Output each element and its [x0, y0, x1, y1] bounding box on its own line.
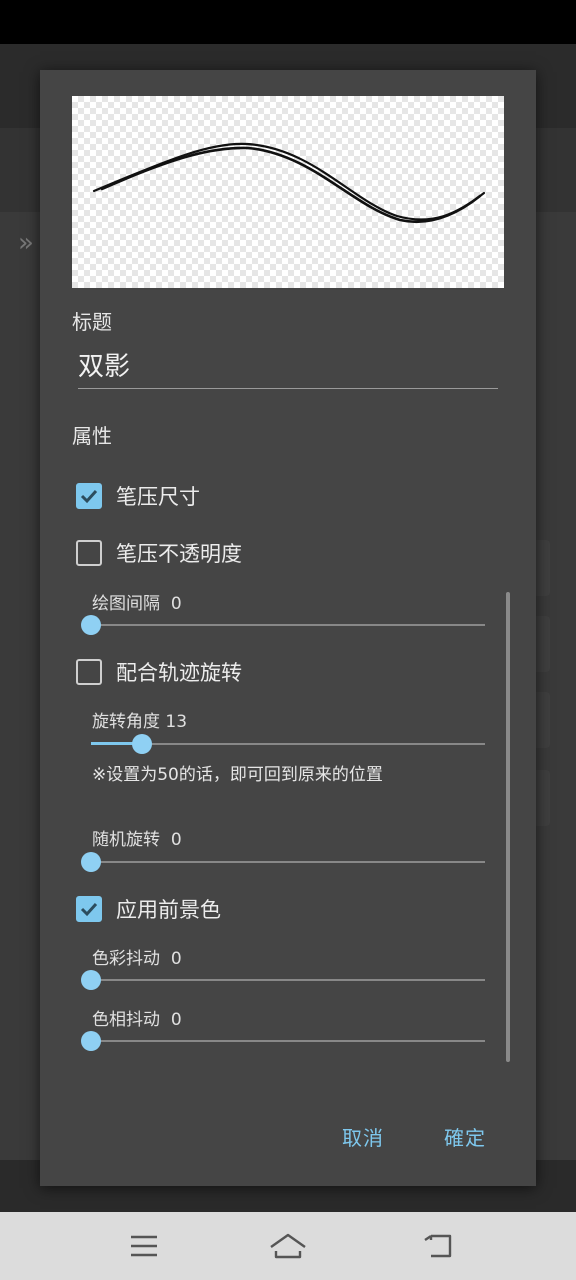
rotate-with-path-checkbox[interactable] [76, 659, 102, 685]
title-input[interactable]: 双影 [78, 346, 498, 389]
expand-panel-icon: » [18, 228, 34, 258]
color-jitter-slider-label: 色彩抖动 0 [92, 944, 182, 969]
hue-jitter-slider[interactable] [81, 1029, 485, 1053]
pressure-opacity-label: 笔压不透明度 [116, 542, 242, 566]
back-icon[interactable] [418, 1226, 458, 1266]
rotation-angle-value: 13 [165, 712, 188, 732]
title-label: 标题 [72, 310, 112, 334]
random-rotation-slider[interactable] [81, 850, 485, 874]
spacing-slider[interactable] [81, 613, 485, 637]
slider-thumb[interactable] [81, 852, 101, 872]
random-rotation-slider-label: 随机旋转 0 [92, 825, 182, 850]
random-rotation-label-text: 随机旋转 [92, 830, 160, 850]
pressure-size-label: 笔压尺寸 [116, 485, 200, 509]
slider-track [91, 624, 485, 626]
pressure-opacity-option[interactable]: 笔压不透明度 [76, 537, 242, 569]
cancel-button[interactable]: 取消 [342, 1122, 384, 1151]
pressure-size-checkbox[interactable] [76, 483, 102, 509]
hue-jitter-value: 0 [170, 1010, 182, 1030]
apply-foreground-label: 应用前景色 [116, 898, 221, 922]
random-rotation-value: 0 [170, 830, 182, 850]
properties-label: 属性 [72, 424, 112, 448]
slider-thumb[interactable] [81, 970, 101, 990]
spacing-label-text: 绘图间隔 [92, 594, 160, 614]
status-bar [0, 0, 576, 44]
pressure-size-option[interactable]: 笔压尺寸 [76, 480, 200, 512]
brush-settings-dialog: 标题 双影 属性 笔压尺寸 笔压不透明度 绘图间隔 0 配合轨迹旋转 旋转角度 … [40, 70, 536, 1186]
rotation-angle-slider-label: 旋转角度 13 [92, 707, 187, 732]
slider-thumb[interactable] [81, 1031, 101, 1051]
dialog-scrollbar[interactable] [506, 592, 510, 1062]
system-nav-bar [0, 1212, 576, 1280]
rotation-note: ※设置为50的话，即可回到原来的位置 [92, 765, 383, 785]
spacing-slider-label: 绘图间隔 0 [92, 589, 182, 614]
stroke-preview-graphic [92, 142, 486, 224]
pressure-opacity-checkbox[interactable] [76, 540, 102, 566]
rotate-with-path-option[interactable]: 配合轨迹旋转 [76, 656, 242, 688]
spacing-value: 0 [170, 594, 182, 614]
color-jitter-label-text: 色彩抖动 [92, 949, 160, 969]
brush-stroke-preview [72, 96, 504, 288]
checkmark-icon [80, 902, 98, 917]
hue-jitter-slider-label: 色相抖动 0 [92, 1005, 182, 1030]
color-jitter-slider[interactable] [81, 968, 485, 992]
rotation-angle-label-text: 旋转角度 [92, 712, 160, 732]
hue-jitter-label-text: 色相抖动 [92, 1010, 160, 1030]
home-icon[interactable] [268, 1226, 308, 1266]
slider-track [91, 979, 485, 981]
slider-thumb[interactable] [132, 734, 152, 754]
apply-foreground-option[interactable]: 应用前景色 [76, 893, 221, 925]
slider-track [91, 861, 485, 863]
slider-thumb[interactable] [81, 615, 101, 635]
rotate-with-path-label: 配合轨迹旋转 [116, 661, 242, 685]
confirm-button[interactable]: 確定 [444, 1122, 486, 1151]
color-jitter-value: 0 [170, 949, 182, 969]
rotation-angle-slider[interactable] [91, 732, 485, 756]
checkmark-icon [80, 489, 98, 504]
slider-track [91, 1040, 485, 1042]
apply-foreground-checkbox[interactable] [76, 896, 102, 922]
menu-icon[interactable] [124, 1226, 164, 1266]
